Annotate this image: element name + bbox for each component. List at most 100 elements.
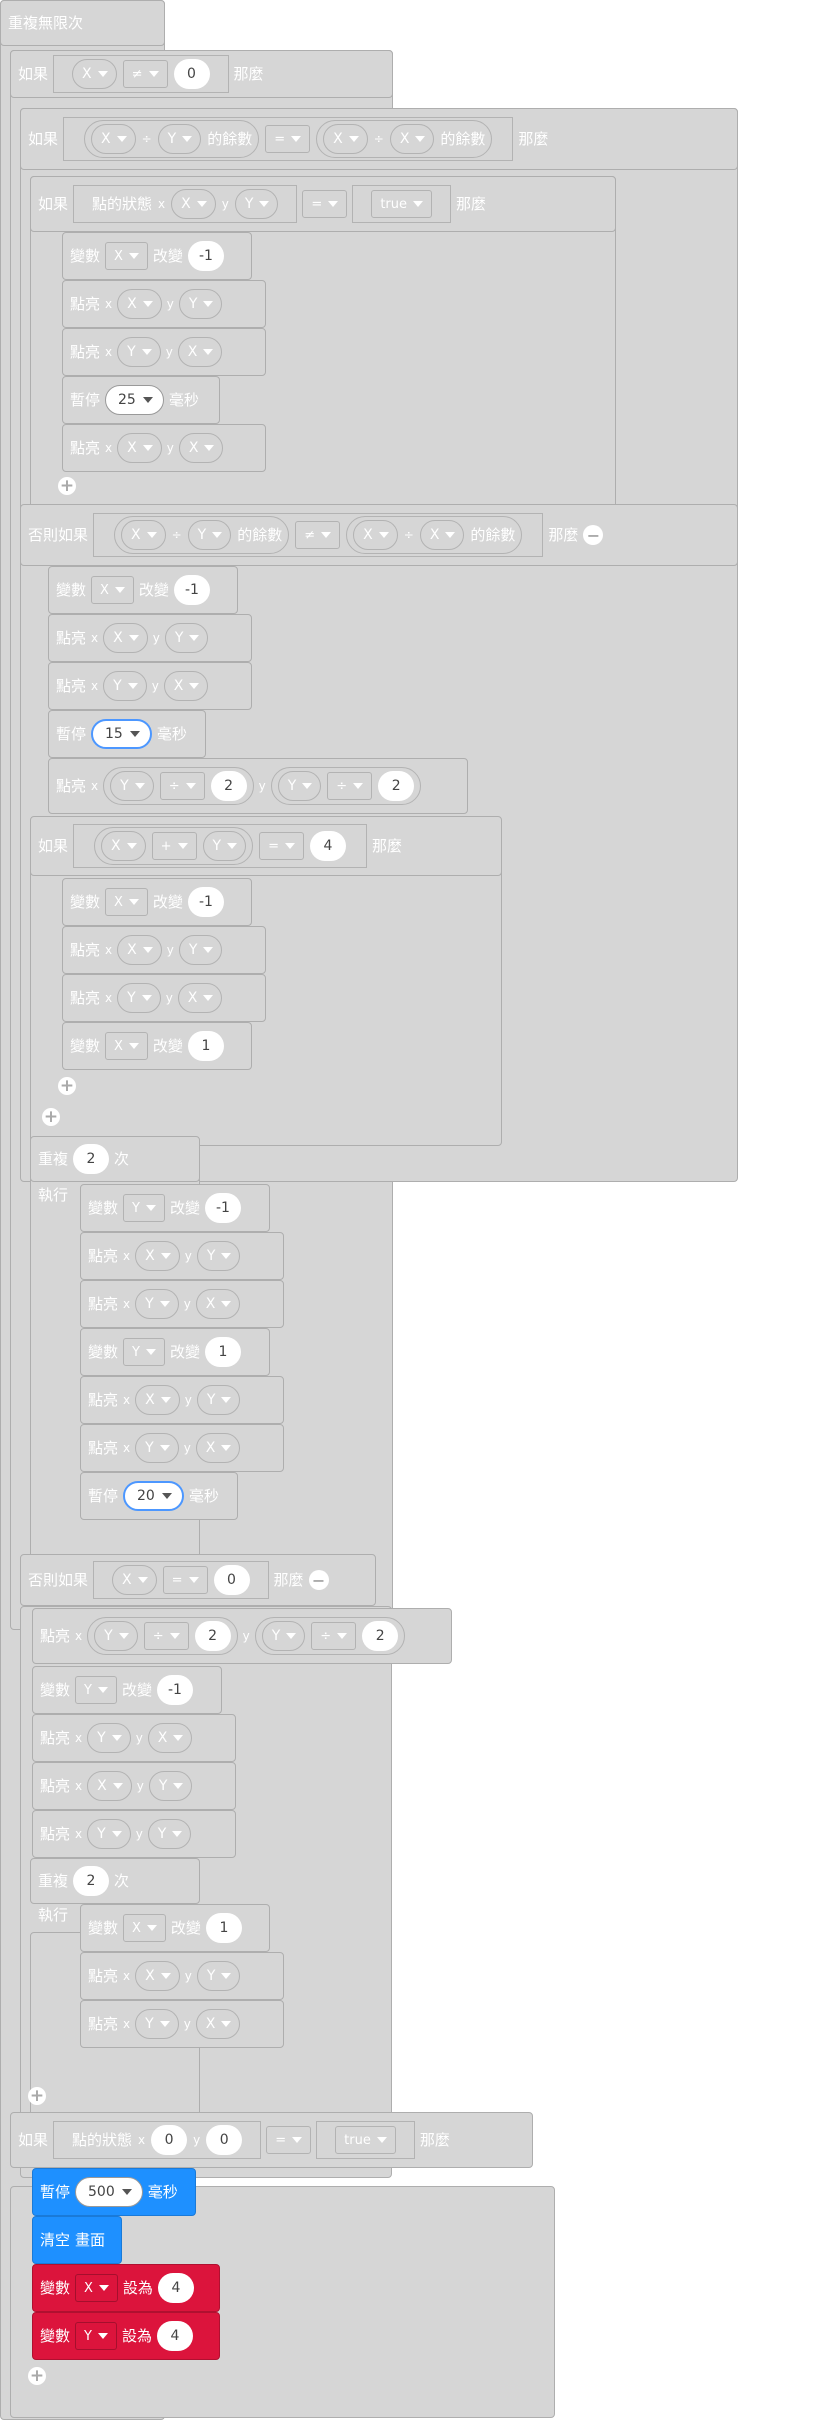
compare-block[interactable]: X ÷ Y 的餘數 ≠ X ÷ X 的餘數 [93, 513, 544, 557]
plot-block[interactable]: 點亮 x Y y X [80, 2000, 284, 2048]
change-var-block[interactable]: 變數 X 改變 -1 [48, 566, 238, 614]
pause-dropdown[interactable]: 500 [75, 2177, 143, 2207]
plot-block[interactable]: 點亮 x X y X [62, 424, 266, 472]
var-dropdown[interactable]: X [112, 1565, 157, 1595]
var-dropdown[interactable]: Y [75, 1676, 117, 1704]
repeat-header[interactable]: 重複 2 次 [30, 1858, 200, 1904]
remainder-block[interactable]: X ÷ X 的餘數 [346, 516, 523, 554]
operator-dropdown[interactable]: = [265, 125, 311, 153]
number-input[interactable]: -1 [204, 1193, 241, 1223]
var-dropdown[interactable]: X [353, 520, 398, 550]
add-branch-icon[interactable]: + [58, 1077, 76, 1095]
var-dropdown[interactable]: X [123, 1914, 166, 1942]
change-var-block[interactable]: 變數 Y 改變 -1 [32, 1666, 222, 1714]
plot-block[interactable]: 點亮 x X y Y [80, 1232, 284, 1280]
boolean-dropdown[interactable]: true [335, 2126, 396, 2154]
var-dropdown[interactable]: X [178, 433, 224, 463]
plot-block[interactable]: 點亮 x X y Y [32, 1762, 236, 1810]
operator-dropdown[interactable]: = [259, 832, 304, 860]
number-input[interactable]: 4 [309, 831, 346, 861]
var-dropdown[interactable]: Y [75, 2322, 117, 2350]
divide-block[interactable]: Y ÷ 2 [270, 767, 422, 805]
plot-block[interactable]: 點亮 x Y ÷ 2 y Y ÷ 2 [48, 758, 468, 814]
number-input[interactable]: 2 [73, 1144, 110, 1174]
change-var-block[interactable]: 變數 X 改變 -1 [62, 232, 252, 280]
var-dropdown[interactable]: Y [135, 1289, 179, 1319]
plot-block[interactable]: 點亮 x X y Y [62, 280, 266, 328]
number-input[interactable]: 2 [362, 1621, 399, 1651]
var-dropdown[interactable]: X [135, 1241, 180, 1271]
var-dropdown[interactable]: X [117, 289, 162, 319]
var-dropdown[interactable]: Y [196, 1961, 241, 1991]
plot-block[interactable]: 點亮 x Y y X [48, 662, 252, 710]
number-input[interactable]: 2 [194, 1621, 231, 1651]
number-input[interactable]: -1 [187, 887, 224, 917]
pause-dropdown[interactable]: 25 [105, 385, 164, 415]
var-dropdown[interactable]: X [105, 888, 148, 916]
var-dropdown[interactable]: Y [178, 289, 223, 319]
var-dropdown[interactable]: X [171, 189, 216, 219]
plot-block[interactable]: 點亮 x Y y X [80, 1280, 284, 1328]
elseif-remainder-header[interactable]: 否則如果 X ÷ Y 的餘數 ≠ X ÷ X 的餘數 那麼 − [20, 504, 738, 566]
boolean-dropdown[interactable]: true [371, 190, 432, 218]
plot-block[interactable]: 點亮 x Y y X [62, 974, 266, 1022]
pause-block[interactable]: 暫停 20 毫秒 [80, 1472, 238, 1520]
clear-screen-block[interactable]: 清空 畫面 [32, 2216, 122, 2264]
operator-dropdown[interactable]: ÷ [327, 772, 373, 800]
var-dropdown[interactable]: X [419, 520, 465, 550]
var-dropdown[interactable]: X [103, 623, 148, 653]
add-branch-icon[interactable]: + [28, 2087, 46, 2105]
compare-block[interactable]: X ÷ Y 的餘數 = X ÷ X 的餘數 [63, 117, 514, 161]
plot-block[interactable]: 點亮 x X y Y [80, 1952, 284, 2000]
remove-branch-icon[interactable]: − [583, 525, 604, 545]
var-dropdown[interactable]: X [72, 59, 117, 89]
plot-block[interactable]: 點亮 x X y Y [48, 614, 252, 662]
if-point-header[interactable]: 如果 點的狀態 x X y Y = true 那麼 [30, 176, 616, 232]
add-branch-icon[interactable]: + [42, 1108, 60, 1126]
number-input[interactable]: 2 [73, 1866, 110, 1896]
var-dropdown[interactable]: Y [135, 2009, 179, 2039]
remove-branch-icon[interactable]: − [308, 1570, 329, 1590]
number-input[interactable]: 4 [157, 2273, 194, 2303]
set-var-block[interactable]: 變數 Y 設為 4 [32, 2312, 220, 2360]
var-dropdown[interactable]: X [147, 1723, 193, 1753]
var-dropdown[interactable]: Y [196, 1241, 241, 1271]
remainder-block[interactable]: X ÷ X 的餘數 [316, 120, 493, 158]
var-dropdown[interactable]: X [105, 242, 148, 270]
var-dropdown[interactable]: Y [147, 1819, 192, 1849]
var-dropdown[interactable]: X [101, 831, 146, 861]
elseif-x-eq-0-header[interactable]: 否則如果 X = 0 那麼 − [20, 1554, 376, 1606]
var-dropdown[interactable]: X [195, 1433, 241, 1463]
number-input[interactable]: 0 [206, 2125, 243, 2155]
change-var-block[interactable]: 變數 Y 改變 1 [80, 1328, 270, 1376]
pause-dropdown[interactable]: 15 [91, 719, 152, 749]
forever-header[interactable]: 重複無限次 [0, 0, 165, 46]
boolean-block[interactable]: true [352, 185, 451, 223]
operator-dropdown[interactable]: = [162, 1566, 208, 1594]
compare-block[interactable]: X + Y = 4 [73, 824, 367, 868]
point-state-block[interactable]: 點的狀態 x X y Y [73, 185, 298, 223]
plot-block[interactable]: 點亮 x Y y Y [32, 1810, 236, 1858]
change-var-block[interactable]: 變數 Y 改變 -1 [80, 1184, 270, 1232]
var-dropdown[interactable]: X [323, 124, 368, 154]
var-dropdown[interactable]: Y [261, 1621, 306, 1651]
var-dropdown[interactable]: X [75, 2274, 118, 2302]
remainder-block[interactable]: X ÷ Y 的餘數 [84, 120, 260, 158]
compare-block[interactable]: X ≠ 0 [53, 55, 229, 93]
add-branch-icon[interactable]: + [28, 2367, 46, 2385]
number-input[interactable]: 1 [187, 1031, 224, 1061]
plot-block[interactable]: 點亮 x Y y X [32, 1714, 236, 1762]
var-dropdown[interactable]: Y [110, 771, 154, 801]
var-dropdown[interactable]: Y [157, 124, 202, 154]
number-input[interactable]: -1 [173, 575, 210, 605]
add-branch-icon[interactable]: + [58, 477, 76, 495]
point-state-block[interactable]: 點的狀態 x 0 y 0 [53, 2121, 262, 2159]
var-dropdown[interactable]: Y [164, 623, 209, 653]
var-dropdown[interactable]: Y [187, 520, 232, 550]
operator-dropdown[interactable]: ≠ [122, 60, 168, 88]
divide-block[interactable]: Y ÷ 2 [103, 767, 254, 805]
pause-block[interactable]: 暫停 25 毫秒 [62, 376, 220, 424]
divide-block[interactable]: Y ÷ 2 [254, 1617, 406, 1655]
var-dropdown[interactable]: Y [178, 935, 223, 965]
divide-block[interactable]: Y ÷ 2 [87, 1617, 238, 1655]
